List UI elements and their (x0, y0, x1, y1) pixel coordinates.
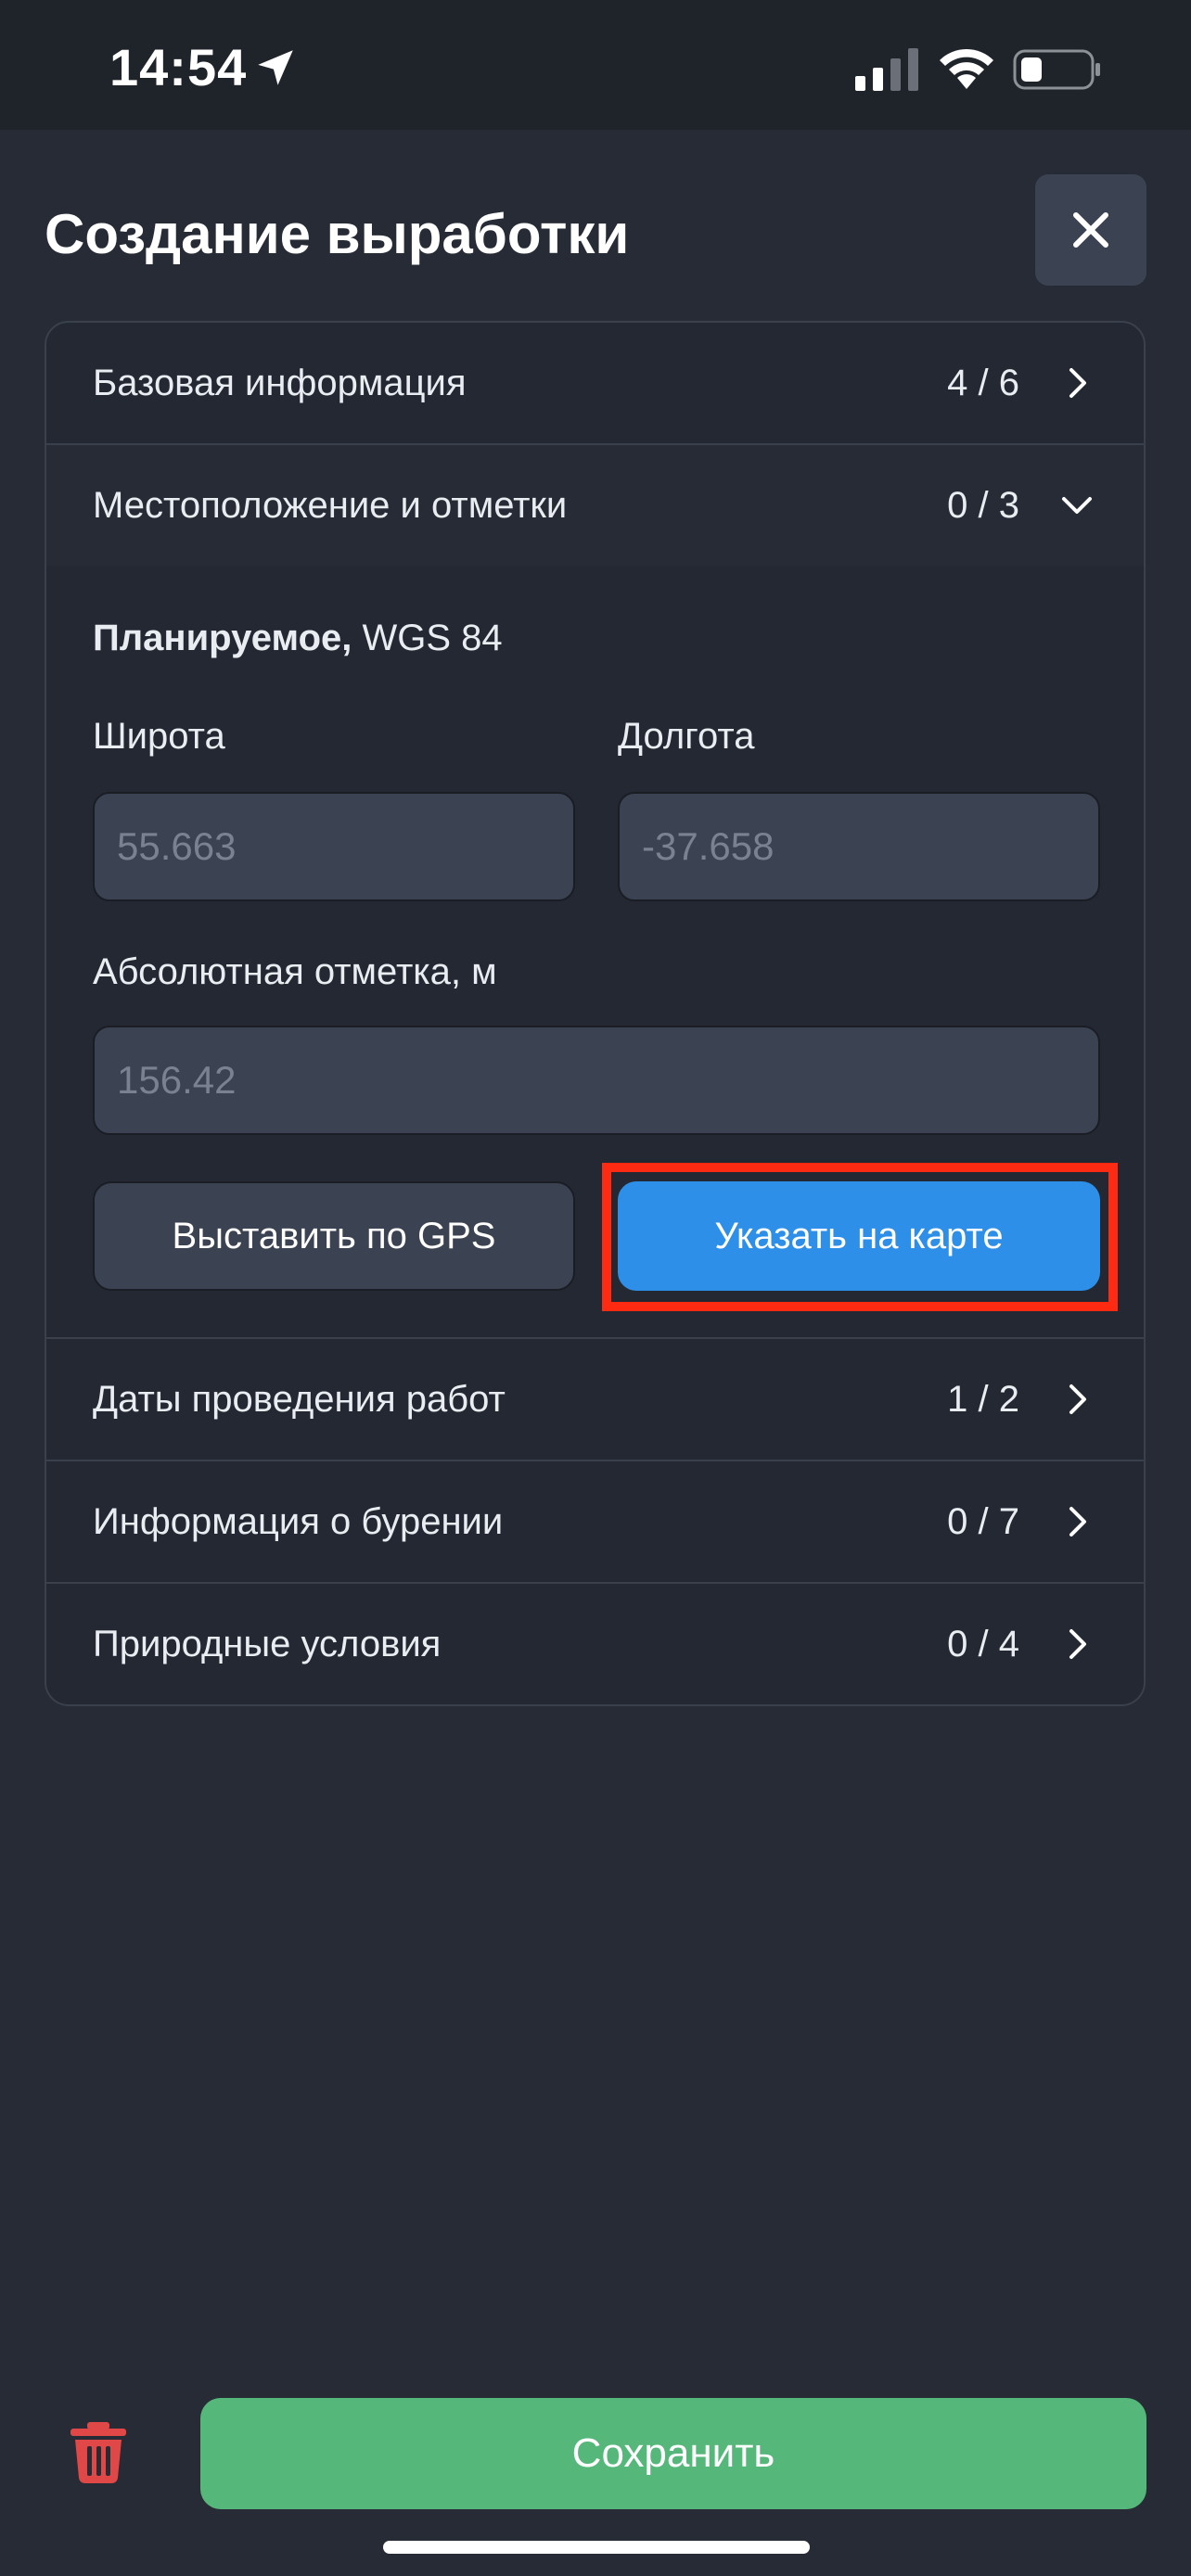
status-time: 14:54 (109, 38, 248, 96)
elevation-input[interactable]: 156.42 (93, 1026, 1100, 1135)
page-title: Создание выработки (45, 203, 630, 265)
coordinate-datum: WGS 84 (352, 618, 503, 658)
section-location[interactable]: Местоположение и отметки 0 / 3 (46, 445, 1144, 566)
elevation-label: Абсолютная отметка, м (93, 951, 497, 992)
section-count: 1 / 2 (947, 1378, 1019, 1420)
section-count: 0 / 3 (947, 484, 1019, 526)
set-by-gps-button[interactable]: Выставить по GPS (93, 1181, 575, 1291)
wifi-icon (940, 48, 993, 89)
status-bar: 14:54 (0, 0, 1191, 130)
section-count: 4 / 6 (947, 362, 1019, 403)
chevron-right-icon (1069, 1384, 1086, 1414)
chevron-right-icon (1069, 1629, 1086, 1659)
section-basic-info[interactable]: Базовая информация 4 / 6 (46, 323, 1144, 443)
latitude-label: Широта (93, 716, 225, 757)
chevron-right-icon (1069, 368, 1086, 398)
longitude-input[interactable]: -37.658 (618, 792, 1100, 901)
sections-card: Базовая информация 4 / 6 Местоположение … (45, 321, 1146, 1706)
coordinate-system-title: Планируемое, WGS 84 (93, 618, 503, 659)
battery-icon (1013, 49, 1100, 90)
location-arrow-icon (258, 50, 293, 85)
longitude-label: Долгота (618, 716, 755, 757)
section-count: 0 / 7 (947, 1500, 1019, 1542)
section-natural-conditions[interactable]: Природные условия 0 / 4 (46, 1584, 1144, 1704)
chevron-right-icon (1069, 1507, 1086, 1537)
home-indicator (383, 2541, 810, 2554)
section-count: 0 / 4 (947, 1623, 1019, 1664)
close-icon (1073, 212, 1108, 248)
close-button[interactable] (1035, 174, 1146, 286)
coordinate-type: Планируемое, (93, 618, 352, 658)
chevron-down-icon (1062, 497, 1092, 514)
screen: 14:54 Создание выработки Базовая информа… (0, 0, 1191, 2576)
latitude-input[interactable]: 55.663 (93, 792, 575, 901)
select-on-map-button[interactable]: Указать на карте (618, 1181, 1100, 1291)
save-button[interactable]: Сохранить (200, 2398, 1146, 2509)
section-drilling-info[interactable]: Информация о бурении 0 / 7 (46, 1461, 1144, 1582)
cellular-signal-icon (855, 48, 918, 91)
section-work-dates[interactable]: Даты проведения работ 1 / 2 (46, 1339, 1144, 1460)
trash-icon[interactable] (70, 2422, 126, 2483)
